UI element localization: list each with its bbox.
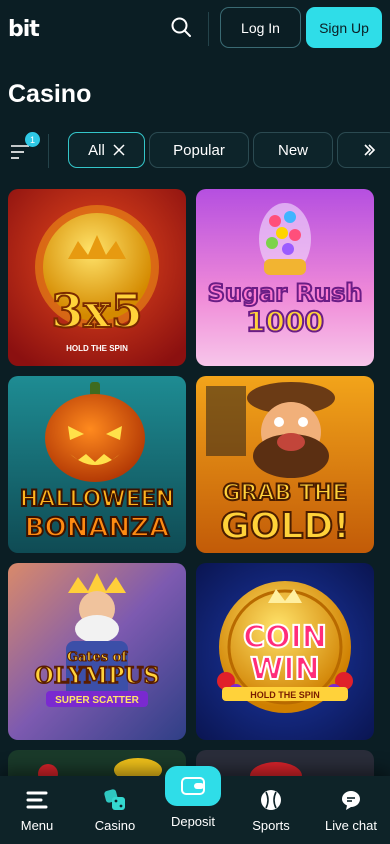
game-tile-gates-of-olympus[interactable]: Gates of OLYMPUS SUPER SCATTER <box>8 563 186 740</box>
nav-live-chat[interactable]: Live chat <box>316 776 386 844</box>
game-art-grab-the-gold: GRAB THE GOLD! <box>196 376 374 553</box>
nav-sports[interactable]: Sports <box>236 776 306 844</box>
nav-casino-label: Casino <box>94 818 136 833</box>
bottom-navigation: Menu Casino Deposit Sports Live chat <box>0 766 390 844</box>
login-button[interactable]: Log In <box>220 7 301 48</box>
game-title: 3x5 <box>51 284 142 338</box>
game-tile-sugar-rush[interactable]: Sugar Rush 1000 <box>196 189 374 366</box>
game-title: COIN <box>243 620 327 655</box>
game-art-3x5: 3x5 HOLD THE SPIN <box>8 189 186 366</box>
nav-sports-label: Sports <box>252 818 290 833</box>
game-art-coin-win: COIN WIN HOLD THE SPIN <box>196 563 374 740</box>
game-title: HALLOWEEN <box>20 487 174 512</box>
nav-menu-label: Menu <box>20 818 54 833</box>
game-subtitle: HOLD THE SPIN <box>66 344 128 353</box>
top-header: bit Log In Sign Up <box>0 0 390 56</box>
game-subtitle: 1000 <box>246 305 324 338</box>
filter-count-badge: 1 <box>25 132 40 147</box>
game-tile-halloween-bonanza[interactable]: HALLOWEEN BONANZA <box>8 376 186 553</box>
filter-row: 1 All Popular New <box>0 132 390 168</box>
game-title: Sugar Rush <box>208 279 363 307</box>
signup-button[interactable]: Sign Up <box>306 7 382 48</box>
chip-all[interactable]: All <box>68 132 145 168</box>
nav-deposit[interactable]: Deposit <box>158 766 228 844</box>
game-title: GRAB THE <box>223 481 348 506</box>
header-divider <box>208 12 209 46</box>
chip-all-label: All <box>88 141 105 159</box>
game-title-line2: OLYMPUS <box>35 663 160 689</box>
game-subtitle: BONANZA <box>25 513 170 543</box>
bit-logo[interactable]: bit <box>8 17 40 42</box>
game-subtitle: SUPER SCATTER <box>55 695 139 706</box>
baseball-icon <box>261 790 281 810</box>
nav-deposit-label: Deposit <box>170 814 216 829</box>
deposit-button[interactable] <box>165 766 221 806</box>
chat-icon <box>342 791 360 810</box>
search-button[interactable] <box>166 12 196 42</box>
chevron-right-icon <box>364 144 376 156</box>
nav-menu[interactable]: Menu <box>2 776 72 844</box>
close-icon[interactable] <box>113 144 125 156</box>
filter-button[interactable]: 1 <box>10 132 40 164</box>
page-title: Casino <box>8 80 92 108</box>
game-tile-coin-win[interactable]: COIN WIN HOLD THE SPIN <box>196 563 374 740</box>
dice-icon <box>104 789 125 810</box>
chip-scroll-more[interactable] <box>337 132 390 168</box>
chip-popular[interactable]: Popular <box>149 132 249 168</box>
chip-new[interactable]: New <box>253 132 333 168</box>
game-art-halloween-bonanza: HALLOWEEN BONANZA <box>8 376 186 553</box>
nav-casino[interactable]: Casino <box>80 776 150 844</box>
filter-divider <box>48 134 49 168</box>
game-title-line2: WIN <box>250 652 319 687</box>
search-icon <box>171 17 191 37</box>
menu-icon <box>26 791 48 809</box>
game-subtitle: HOLD THE SPIN <box>250 690 320 700</box>
game-tile-3x5[interactable]: 3x5 HOLD THE SPIN <box>8 189 186 366</box>
game-subtitle: GOLD! <box>220 506 349 547</box>
nav-live-chat-label: Live chat <box>324 818 378 833</box>
wallet-icon <box>181 777 205 795</box>
game-art-sugar-rush: Sugar Rush 1000 <box>196 189 374 366</box>
game-art-gates-of-olympus: Gates of OLYMPUS SUPER SCATTER <box>8 563 186 740</box>
game-tile-grab-the-gold[interactable]: GRAB THE GOLD! <box>196 376 374 553</box>
